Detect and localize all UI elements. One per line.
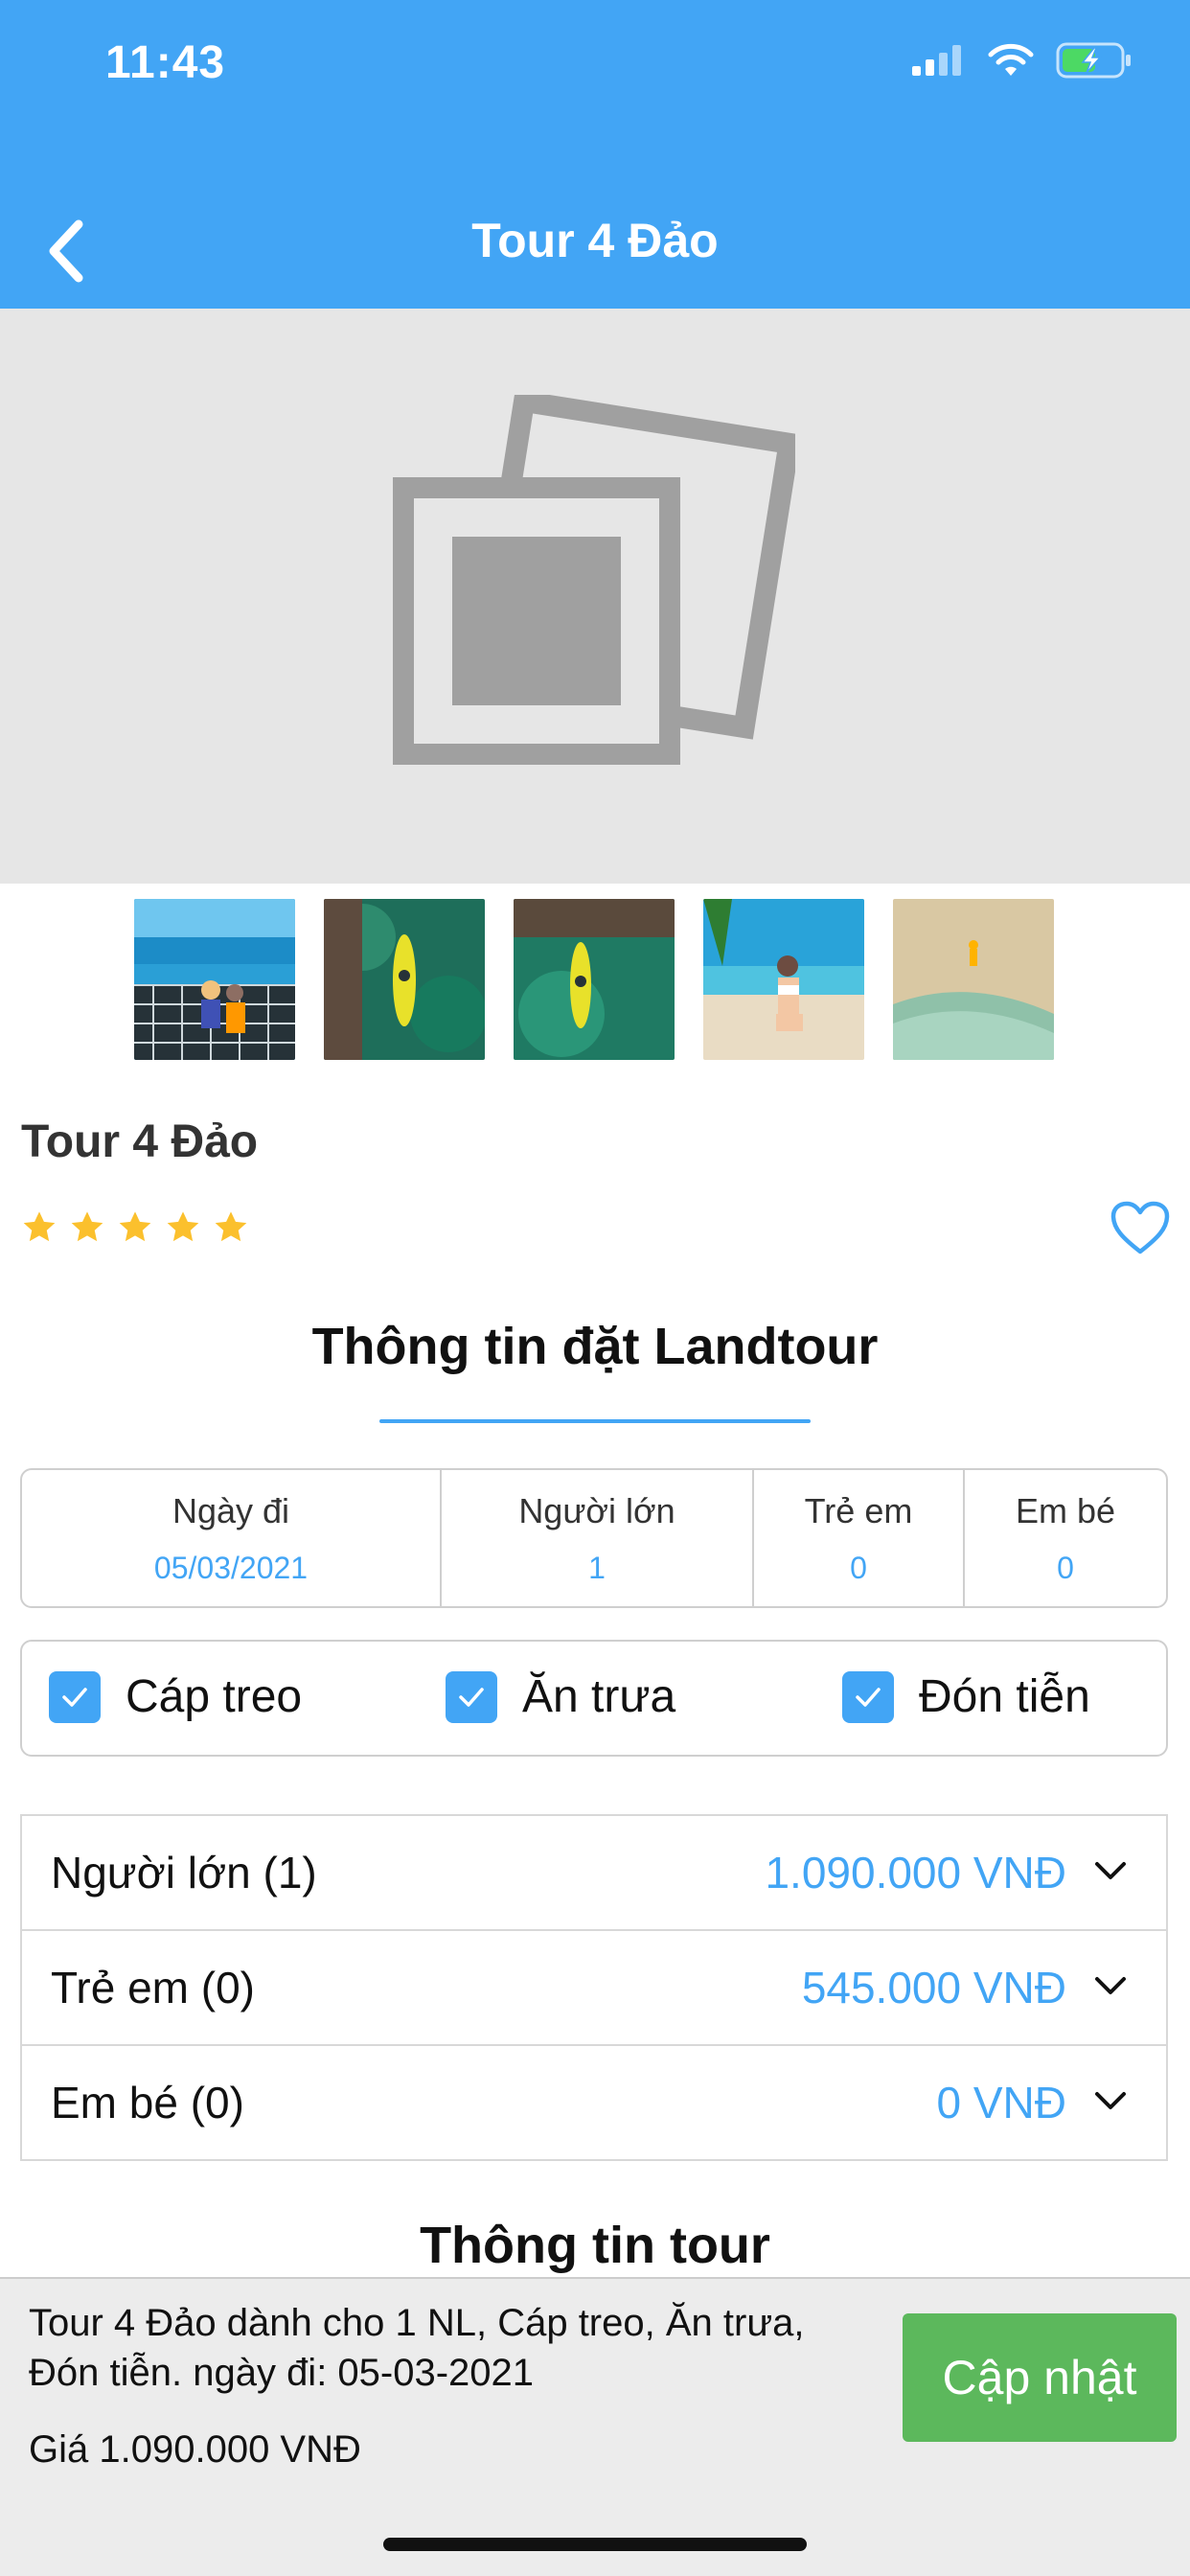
infants-label: Em bé [1015, 1490, 1116, 1530]
price-table: Người lớn (1) 1.090.000 VNĐ Trẻ em (0) 5… [20, 1814, 1168, 2161]
check-icon [459, 1687, 484, 1707]
departure-date-cell[interactable]: Ngày đi 05/03/2021 [22, 1470, 442, 1606]
total-price: Giá 1.090.000 VNĐ [29, 2428, 361, 2471]
tour-info-section-title: Thông tin tour [420, 2217, 770, 2274]
option-pickup[interactable]: Đón tiễn [842, 1670, 1090, 1723]
thumbnail-5[interactable] [893, 899, 1054, 1060]
price-row-infants[interactable]: Em bé (0) 0 VNĐ [22, 2046, 1166, 2159]
status-time: 11:43 [105, 37, 226, 88]
children-value: 0 [850, 1550, 867, 1585]
booking-section-title: Thông tin đặt Landtour [311, 1318, 879, 1375]
price-label-infants: Em bé (0) [51, 2078, 244, 2128]
home-indicator[interactable] [383, 2538, 807, 2551]
wifi-icon [988, 43, 1034, 76]
booking-summary: Ngày đi 05/03/2021 Người lớn 1 Trẻ em 0 … [20, 1468, 1168, 1608]
price-value-adults: 1.090.000 VNĐ [765, 1848, 1066, 1898]
signal-icon [912, 45, 961, 76]
chevron-down-icon[interactable] [1093, 1860, 1128, 1883]
main-image-placeholder[interactable] [0, 309, 1190, 884]
rating-stars [21, 1209, 249, 1246]
star-icon [215, 1211, 247, 1242]
thumbnail-strip [134, 899, 1054, 1060]
departure-date-value: 05/03/2021 [153, 1550, 309, 1585]
star-icon [167, 1211, 199, 1242]
option-cable-car-label: Cáp treo [126, 1671, 303, 1722]
option-pickup-label: Đón tiễn [919, 1671, 1090, 1722]
star-icon [71, 1211, 103, 1242]
image-placeholder-icon [393, 395, 795, 765]
chevron-down-icon[interactable] [1093, 2090, 1128, 2113]
infants-value: 0 [1057, 1550, 1074, 1585]
price-label-children: Trẻ em (0) [51, 1963, 255, 2012]
page-title: Tour 4 Đảo [471, 214, 719, 267]
option-lunch-label: Ăn trưa [522, 1671, 676, 1722]
chevron-down-icon[interactable] [1093, 1975, 1128, 1998]
adults-cell[interactable]: Người lớn 1 [442, 1470, 754, 1606]
options-box: Cáp treo Ăn trưa Đón tiễn [20, 1640, 1168, 1757]
children-label: Trẻ em [804, 1490, 913, 1530]
children-cell[interactable]: Trẻ em 0 [754, 1470, 965, 1606]
checkbox-lunch[interactable] [446, 1670, 497, 1723]
infants-cell[interactable]: Em bé 0 [965, 1470, 1166, 1606]
adults-label: Người lớn [518, 1490, 675, 1530]
checkbox-cable-car[interactable] [49, 1670, 101, 1723]
section-divider [379, 1419, 811, 1423]
status-icons [912, 42, 1133, 79]
star-icon [23, 1211, 56, 1242]
price-value-infants: 0 VNĐ [936, 2078, 1066, 2128]
price-row-adults[interactable]: Người lớn (1) 1.090.000 VNĐ [22, 1816, 1166, 1931]
check-icon [856, 1687, 881, 1707]
option-lunch[interactable]: Ăn trưa [446, 1670, 675, 1723]
departure-date-label: Ngày đi [172, 1490, 290, 1530]
battery-icon [1056, 42, 1131, 79]
thumbnail-4[interactable] [703, 899, 864, 1060]
booking-footer: Tour 4 Đảo dành cho 1 NL, Cáp treo, Ăn t… [0, 2277, 1190, 2576]
price-value-children: 545.000 VNĐ [801, 1963, 1066, 2012]
check-icon [62, 1687, 87, 1707]
adults-value: 1 [588, 1550, 606, 1585]
favorite-button[interactable] [1110, 1200, 1171, 1260]
tour-name: Tour 4 Đảo [21, 1116, 259, 1167]
option-cable-car[interactable]: Cáp treo [49, 1670, 302, 1723]
star-icon [119, 1211, 151, 1242]
update-button[interactable]: Cập nhật [903, 2313, 1177, 2442]
price-row-children[interactable]: Trẻ em (0) 545.000 VNĐ [22, 1931, 1166, 2046]
thumbnail-2[interactable] [324, 899, 485, 1060]
booking-description: Tour 4 Đảo dành cho 1 NL, Cáp treo, Ăn t… [29, 2302, 805, 2394]
heart-icon [1110, 1201, 1170, 1254]
price-label-adults: Người lớn (1) [51, 1848, 317, 1898]
checkbox-pickup[interactable] [842, 1670, 894, 1723]
thumbnail-1[interactable] [134, 899, 295, 1060]
thumbnail-3[interactable] [514, 899, 675, 1060]
app-header: 11:43 Tour 4 Đảo [0, 0, 1190, 309]
